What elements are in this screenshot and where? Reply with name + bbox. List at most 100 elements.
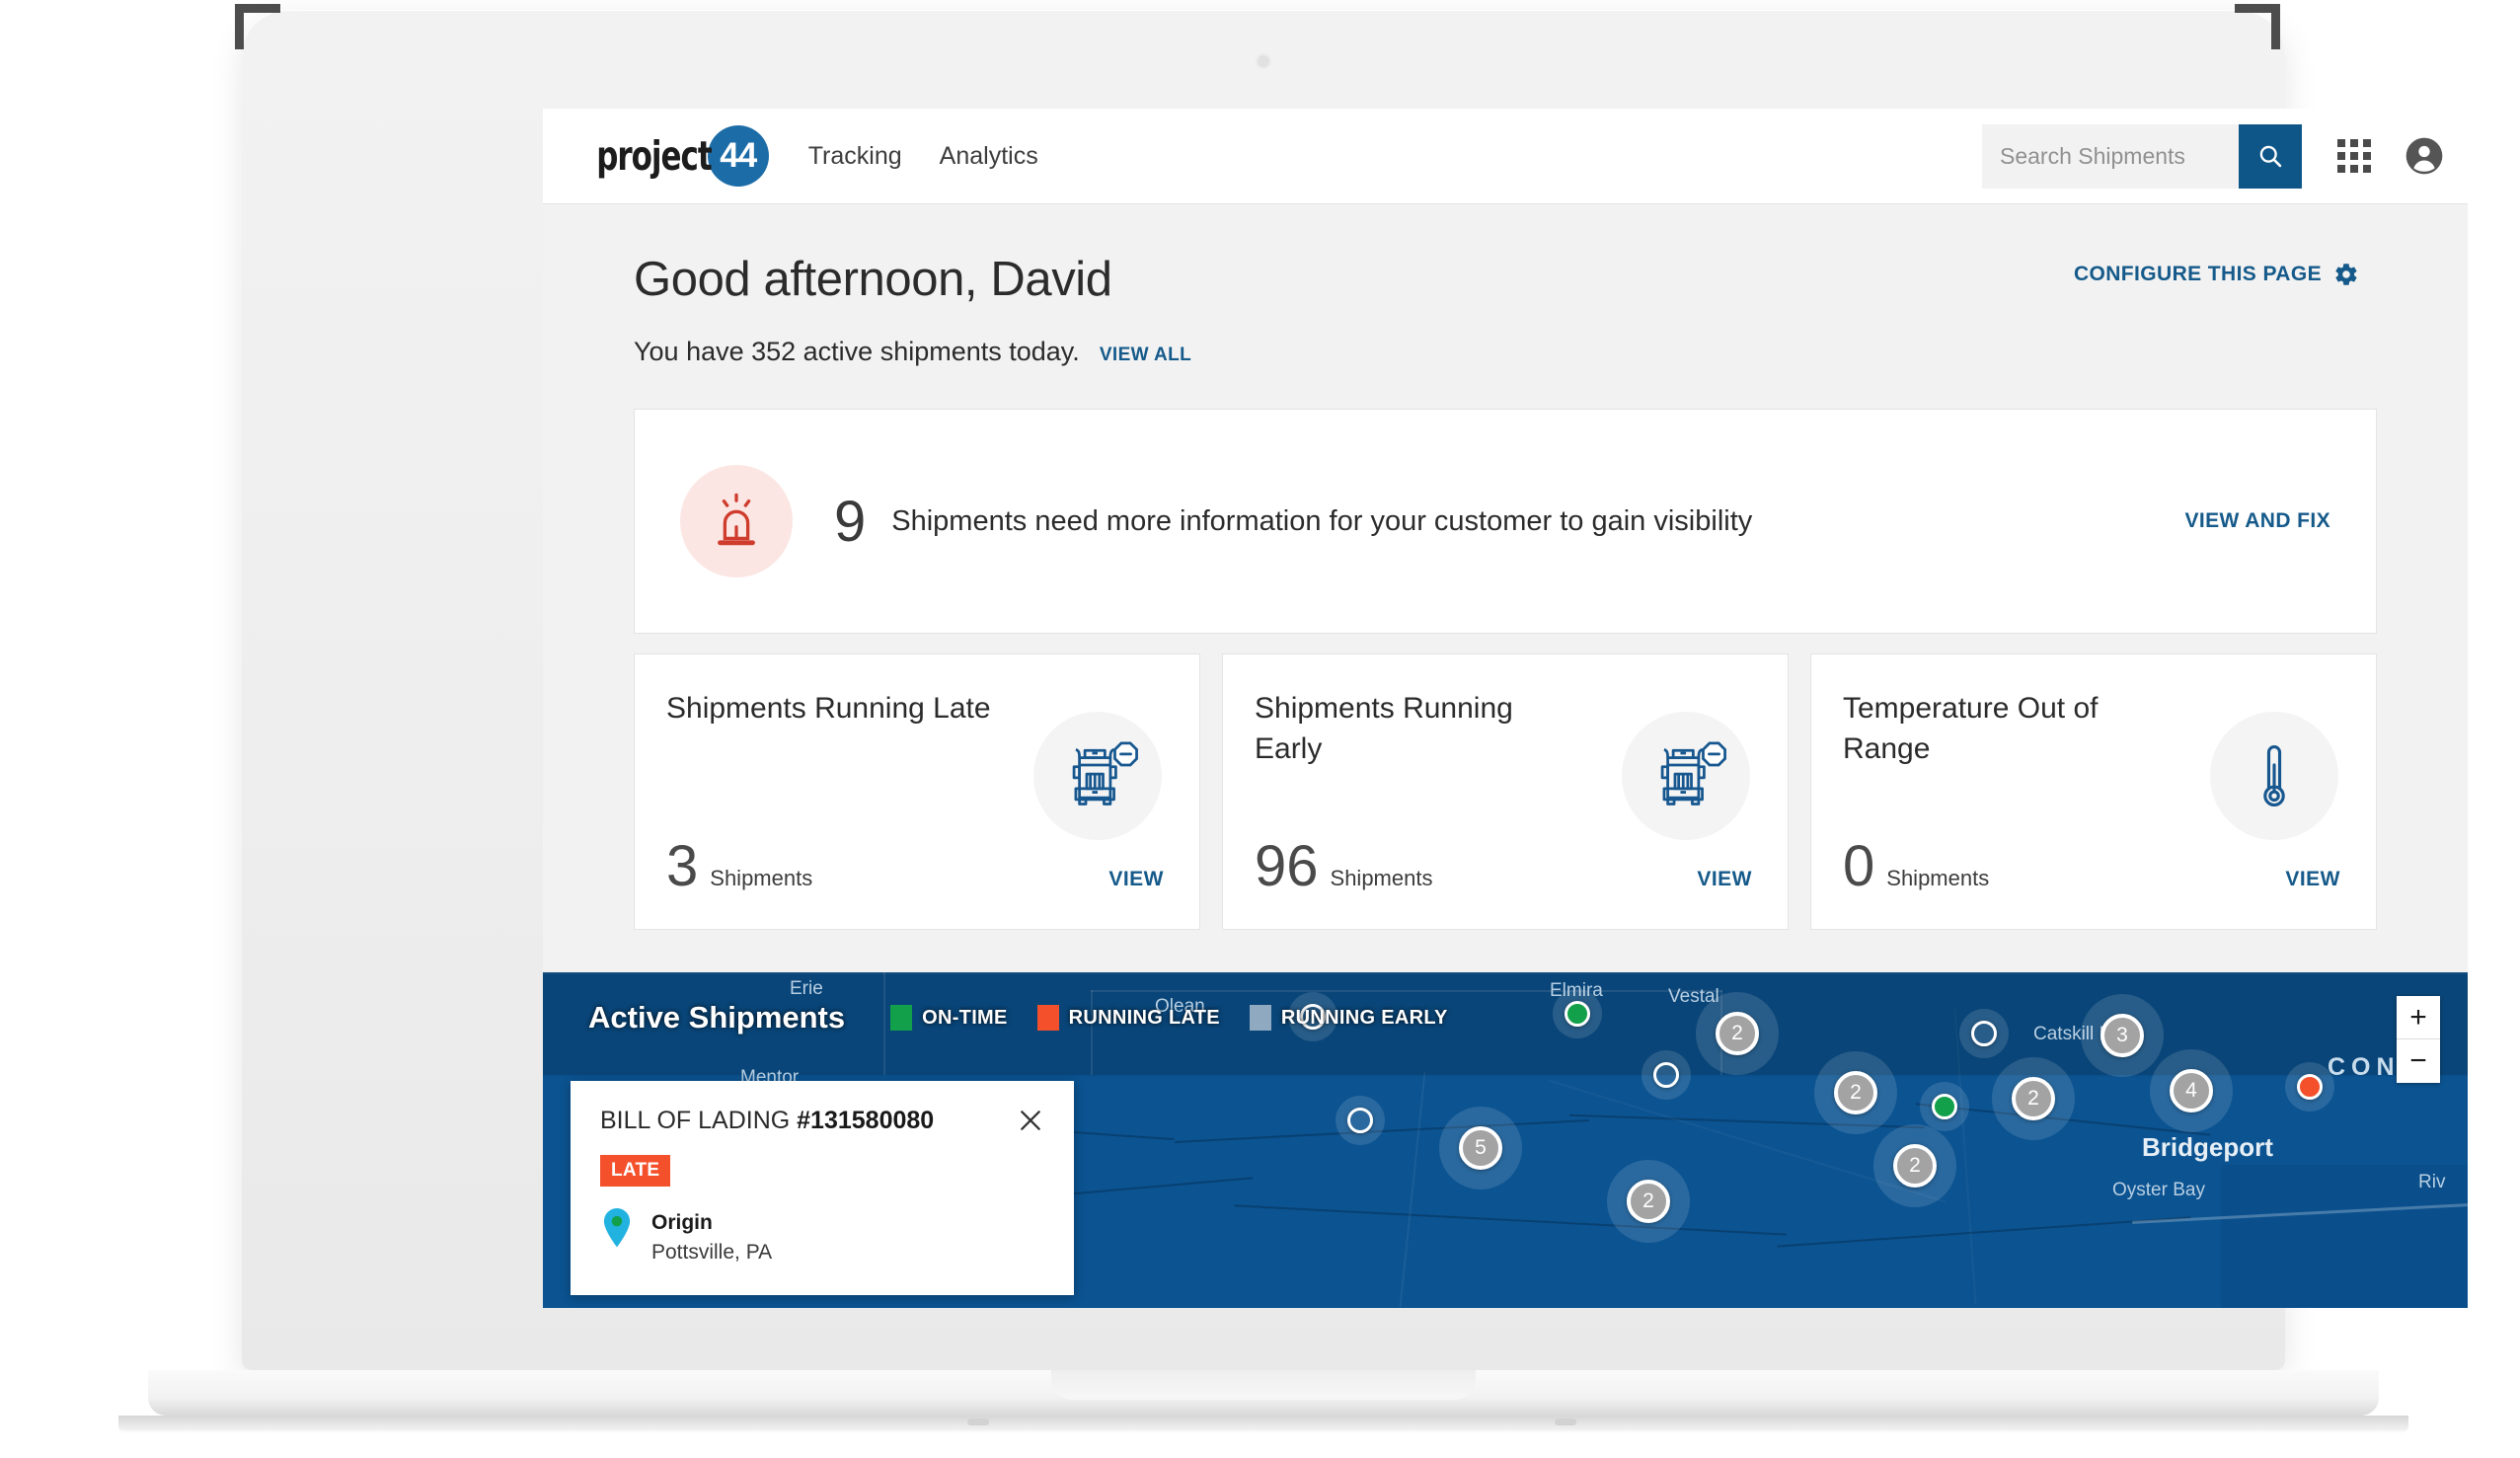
map-cluster-marker[interactable]: 2: [1814, 1051, 1897, 1134]
map-shipment-marker[interactable]: [1336, 1096, 1385, 1145]
marker-pin: [1565, 1001, 1590, 1027]
map-cluster-marker[interactable]: 4: [2150, 1049, 2233, 1132]
card-view-link[interactable]: VIEW: [2285, 868, 2340, 891]
legend-label-running-early: RUNNING EARLY: [1280, 1006, 1448, 1029]
shipment-origin-text: Origin Pottsville, PA: [651, 1208, 772, 1267]
card-footer: 0 Shipments VIEW: [1843, 833, 2340, 899]
bill-of-lading-number: #131580080: [797, 1107, 935, 1134]
card-title: Shipments Running Late: [666, 692, 991, 725]
configure-page-label: CONFIGURE THIS PAGE: [2073, 263, 2322, 285]
laptop-base-shadow: [118, 1416, 2408, 1433]
crop-bracket-top-left: [235, 4, 280, 49]
card-temperature-out-of-range[interactable]: Temperature Out of Range 0 Shipments VIE…: [1810, 653, 2377, 930]
card-title: Shipments Running Early: [1255, 692, 1513, 766]
search-button[interactable]: [2239, 123, 2302, 189]
marker-pin: [1932, 1094, 1957, 1119]
map-zoom-controls: + −: [2397, 996, 2440, 1083]
metric-card-row: Shipments Running Late 3 Shipments VIEW …: [634, 653, 2377, 930]
search-icon: [2259, 145, 2282, 168]
screenshot-stage: project 44 Tracking Analytics Search Shi…: [0, 0, 2520, 1458]
top-navigation-bar: project 44 Tracking Analytics: [543, 109, 2468, 204]
marker-pin: 4: [2170, 1069, 2213, 1113]
top-navigation-right: [1982, 123, 2444, 189]
map-label: Erie: [790, 978, 823, 999]
marker-pin: [2297, 1074, 2323, 1100]
card-unit: Shipments: [1330, 866, 1433, 890]
logo-badge: 44: [707, 125, 769, 187]
card-shipments-running-late[interactable]: Shipments Running Late 3 Shipments VIEW: [634, 653, 1200, 930]
origin-value: Pottsville, PA: [651, 1240, 773, 1264]
marker-pin: 2: [1716, 1012, 1759, 1055]
shipment-popup-header: BILL OF LADING #131580080: [600, 1107, 1044, 1135]
card-unit: Shipments: [1886, 866, 1990, 890]
status-badge: LATE: [600, 1155, 671, 1187]
view-all-link[interactable]: VIEW ALL: [1100, 345, 1191, 366]
minus-octagon-badge: [1702, 741, 1726, 767]
project44-logo[interactable]: project 44: [574, 125, 769, 187]
map-shipment-marker[interactable]: [1553, 989, 1602, 1038]
map-cluster-marker[interactable]: 5: [1439, 1107, 1522, 1189]
marker-pin: 5: [1459, 1126, 1502, 1170]
gear-icon: [2335, 264, 2357, 285]
configure-page-button[interactable]: CONFIGURE THIS PAGE: [2074, 262, 2359, 287]
active-shipments-text: You have 352 active shipments today.: [634, 337, 1080, 366]
thermometer-icon: [2263, 745, 2285, 807]
map-shipment-marker[interactable]: [1959, 1009, 2009, 1058]
account-circle-icon: [2405, 137, 2443, 175]
card-view-link[interactable]: VIEW: [1697, 868, 1752, 891]
dashboard-header: Good afternoon, David You have 352 activ…: [543, 204, 2468, 367]
logo-wordmark: project: [596, 132, 713, 180]
marker-pin: 2: [1893, 1144, 1937, 1188]
nav-link-tracking[interactable]: Tracking: [808, 142, 902, 171]
dashboard-content: Good afternoon, David You have 352 activ…: [543, 204, 2468, 1308]
map-shipment-marker[interactable]: [2285, 1062, 2334, 1112]
map-cluster-marker[interactable]: 2: [1607, 1160, 1690, 1243]
legend-label-on-time: ON-TIME: [922, 1006, 1008, 1029]
marker-pin: 2: [1627, 1180, 1670, 1223]
origin-label: Origin: [651, 1211, 713, 1234]
truck-minus-badge-icon-wrapper: [1622, 712, 1750, 840]
thermometer-icon-wrapper: [2210, 712, 2338, 840]
bill-of-lading-label: BILL OF LADING: [600, 1107, 798, 1134]
card-unit: Shipments: [710, 866, 813, 890]
bill-of-lading-title: BILL OF LADING #131580080: [600, 1107, 934, 1135]
map-cluster-marker[interactable]: 2: [1696, 992, 1779, 1075]
nav-link-analytics[interactable]: Analytics: [940, 142, 1038, 171]
card-value: 0: [1843, 834, 1875, 898]
laptop-camera: [1258, 55, 1269, 67]
map-cluster-marker[interactable]: 2: [1992, 1057, 2075, 1140]
map-label: Riv: [2418, 1172, 2446, 1192]
laptop-mockup: project 44 Tracking Analytics Search Shi…: [242, 10, 2468, 1370]
truck-minus-badge-icon: [1660, 741, 1726, 806]
laptop-foot-right: [1555, 1419, 1576, 1425]
app-screen: project 44 Tracking Analytics Search Shi…: [543, 109, 2468, 1308]
map-legend-title: Active Shipments: [588, 1000, 846, 1035]
map-cluster-marker[interactable]: 2: [1873, 1124, 1956, 1207]
active-shipments-map[interactable]: Erie Olean Elmira Vestal Catskill Park Mentor…: [543, 972, 2468, 1308]
apps-grid-button[interactable]: [2337, 139, 2371, 173]
account-button[interactable]: [2405, 136, 2444, 176]
view-and-fix-link[interactable]: VIEW AND FIX: [2184, 509, 2330, 533]
card-shipments-running-early[interactable]: Shipments Running Early 96 Shipments VIE…: [1222, 653, 1789, 930]
laptop-base-notch: [1051, 1370, 1476, 1400]
legend-item-running-early: RUNNING EARLY: [1249, 1005, 1448, 1031]
search-input[interactable]: [1982, 123, 2239, 189]
map-pin-icon: [603, 1208, 631, 1248]
map-shipment-marker[interactable]: [1920, 1082, 1969, 1131]
card-title: Temperature Out of Range: [1843, 692, 2099, 766]
card-view-link[interactable]: VIEW: [1108, 868, 1164, 891]
siren-alarm-icon: [718, 493, 755, 546]
map-shipment-marker[interactable]: [1642, 1050, 1691, 1100]
map-cluster-marker[interactable]: 3: [2081, 994, 2164, 1077]
alert-message: Shipments need more information for your…: [891, 504, 1753, 537]
marker-pin: 2: [2012, 1077, 2055, 1120]
marker-pin: [1971, 1021, 1997, 1046]
apps-grid-icon: [2337, 139, 2371, 173]
marker-pin: 3: [2100, 1014, 2144, 1057]
alert-count: 9: [834, 489, 867, 554]
map-label: Oyster Bay: [2112, 1180, 2205, 1200]
shipment-popup-close-button[interactable]: [1017, 1107, 1044, 1134]
map-zoom-out-button[interactable]: −: [2397, 1039, 2440, 1083]
map-zoom-in-button[interactable]: +: [2397, 996, 2440, 1039]
crop-bracket-top-right: [2235, 4, 2280, 49]
